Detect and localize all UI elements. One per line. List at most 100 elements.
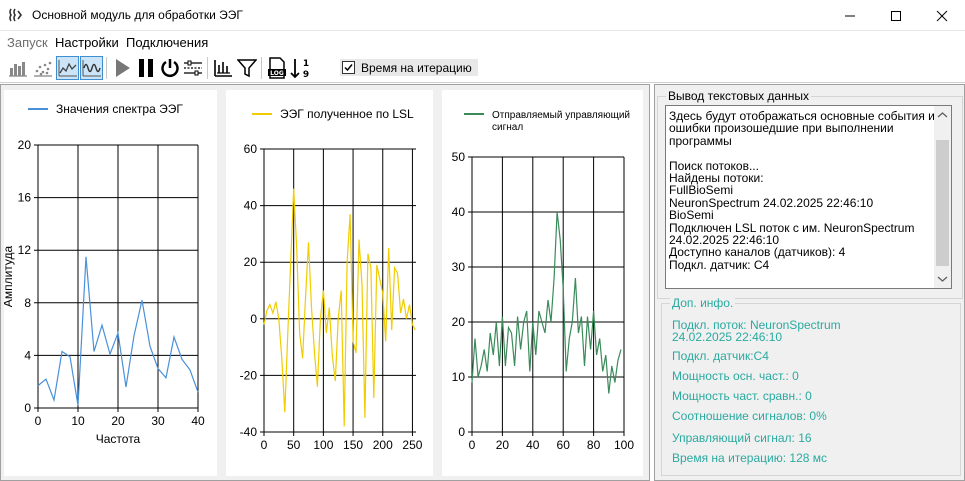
y-tick-label: 40 xyxy=(244,199,258,213)
series-line xyxy=(471,211,622,394)
log-line: Доступно каналов (датчиков): 4 xyxy=(669,245,846,260)
filter-button[interactable] xyxy=(235,56,258,80)
y-tick-label: 20 xyxy=(18,138,32,152)
pause-button[interactable] xyxy=(134,56,157,80)
lsl-eeg-chart: ЭЭГ полученное по LSL 0 50 100 150 200 250 -40-… xyxy=(226,90,433,476)
svg-text:1: 1 xyxy=(302,59,308,69)
sort-numeric-button[interactable]: 1 9 xyxy=(289,56,312,80)
control-signal-chart: Отправляемый управляющий сигнал 0 20 40 60 80 1… xyxy=(442,90,643,476)
legend-label: Значения спектра ЭЭГ xyxy=(56,102,183,116)
info-line: Время на итерацию: 128 мс xyxy=(672,451,828,465)
iteration-time-checkbox[interactable] xyxy=(342,61,355,74)
series-line xyxy=(263,188,416,427)
log-textbox[interactable]: Здесь будут отображаться основные событи… xyxy=(665,105,952,289)
play-button[interactable] xyxy=(110,56,133,80)
info-line: Мощность част. сравн.: 0 xyxy=(672,389,812,403)
toolbar: LOG 1 9 Время на итерацию xyxy=(0,53,965,83)
y-tick-label: 40 xyxy=(452,205,466,219)
y-tick-label: 50 xyxy=(452,150,466,164)
y-tick-label: -20 xyxy=(240,368,258,382)
spectrum-button[interactable] xyxy=(211,56,234,80)
x-tick-label: 200 xyxy=(373,438,393,452)
menu-start[interactable]: Запуск xyxy=(7,35,48,50)
pause-icon xyxy=(138,59,153,77)
x-tick-label: 60 xyxy=(557,438,571,452)
power-button[interactable] xyxy=(158,56,181,80)
y-tick-label: 60 xyxy=(244,142,258,156)
info-line: Управляющий сигнал: 16 xyxy=(672,431,812,445)
y-tick-label: 0 xyxy=(24,401,31,415)
log-line: BioSemi xyxy=(669,208,714,223)
waveform-icon xyxy=(82,60,101,77)
x-tick-label: 150 xyxy=(343,438,363,452)
menu-connections[interactable]: Подключения xyxy=(126,35,208,50)
x-tick-label: 20 xyxy=(111,414,125,428)
line-chart-button[interactable] xyxy=(56,56,79,80)
close-button[interactable] xyxy=(919,0,965,31)
y-tick-label: 12 xyxy=(18,243,32,257)
mixer-icon xyxy=(183,60,202,76)
log-file-button[interactable]: LOG xyxy=(265,56,288,80)
x-tick-label: 0 xyxy=(469,438,476,452)
info-line: Подкл. датчик:C4 xyxy=(672,349,769,363)
toolbar-separator xyxy=(106,57,107,79)
iteration-time-toggle[interactable]: Время на итерацию xyxy=(340,59,478,76)
log-groupbox-title: Вывод текстовых данных xyxy=(666,89,811,103)
line-chart-icon xyxy=(58,60,77,77)
maximize-button[interactable] xyxy=(873,0,919,31)
x-tick-label: 250 xyxy=(402,438,422,452)
spectrum-icon xyxy=(213,60,232,77)
minimize-button[interactable] xyxy=(827,0,873,31)
log-scroll-thumb[interactable] xyxy=(936,140,949,266)
legend-label: Отправляемый управляющий сигнал xyxy=(492,110,630,133)
log-scrollbar[interactable] xyxy=(934,106,951,288)
y-tick-label: 4 xyxy=(24,348,31,362)
x-tick-label: 0 xyxy=(35,414,42,428)
waveform-button[interactable] xyxy=(80,56,103,80)
sort-numeric-icon: 1 9 xyxy=(289,59,309,79)
bar-chart-button[interactable] xyxy=(6,56,29,80)
spectrum-chart: Значения спектра ЭЭГ 0 10 20 30 40 0 4 8 12 16 20 Ча… xyxy=(1,90,217,476)
log-line: ошибки произошедшие при выполнении xyxy=(669,121,894,136)
scatter-button[interactable] xyxy=(31,56,54,80)
x-tick-label: 100 xyxy=(614,438,634,452)
info-line: Мощность осн. част.: 0 xyxy=(672,369,799,383)
y-tick-label: 20 xyxy=(452,315,466,329)
power-icon xyxy=(160,59,179,78)
log-line: программы xyxy=(669,133,732,148)
x-tick-label: 20 xyxy=(496,438,510,452)
toolbar-separator xyxy=(261,57,262,79)
log-file-icon: LOG xyxy=(267,57,286,79)
info-line: 24.02.2025 22:46:10 xyxy=(672,330,783,344)
menu-settings[interactable]: Настройки xyxy=(55,35,119,50)
x-tick-label: 10 xyxy=(71,414,85,428)
bar-chart-icon xyxy=(8,62,27,77)
y-tick-label: 10 xyxy=(452,370,466,384)
mixer-button[interactable] xyxy=(181,56,204,80)
y-tick-label: 8 xyxy=(24,296,31,310)
y-tick-label: 16 xyxy=(18,191,32,205)
y-tick-label: -40 xyxy=(240,425,258,439)
x-tick-label: 0 xyxy=(261,438,268,452)
minimize-icon xyxy=(845,15,855,16)
control-signal-chart-svg: Отправляемый управляющий сигнал 0 20 40 60 80 1… xyxy=(452,110,635,452)
filter-icon xyxy=(236,59,257,78)
svg-text:LOG: LOG xyxy=(270,70,284,77)
info-line: Соотношение сигналов: 0% xyxy=(672,409,827,423)
log-line: Подкл. датчик: C4 xyxy=(669,257,770,272)
x-tick-label: 40 xyxy=(526,438,540,452)
x-tick-label: 100 xyxy=(313,438,333,452)
x-tick-label: 80 xyxy=(587,438,601,452)
scatter-icon xyxy=(33,61,52,77)
brain-icon xyxy=(8,7,24,23)
y-axis-label: Амплитуда xyxy=(4,245,15,307)
maximize-icon xyxy=(891,10,901,21)
legend-label: ЭЭГ полученное по LSL xyxy=(280,107,414,121)
info-groupbox-title: Доп. инфо. xyxy=(670,296,736,310)
window-title: Основной модуль для обработки ЭЭГ xyxy=(32,8,243,22)
title-bar: Основной модуль для обработки ЭЭГ xyxy=(0,0,965,31)
y-tick-label: 30 xyxy=(452,260,466,274)
close-icon xyxy=(936,10,948,21)
play-icon xyxy=(115,59,130,77)
